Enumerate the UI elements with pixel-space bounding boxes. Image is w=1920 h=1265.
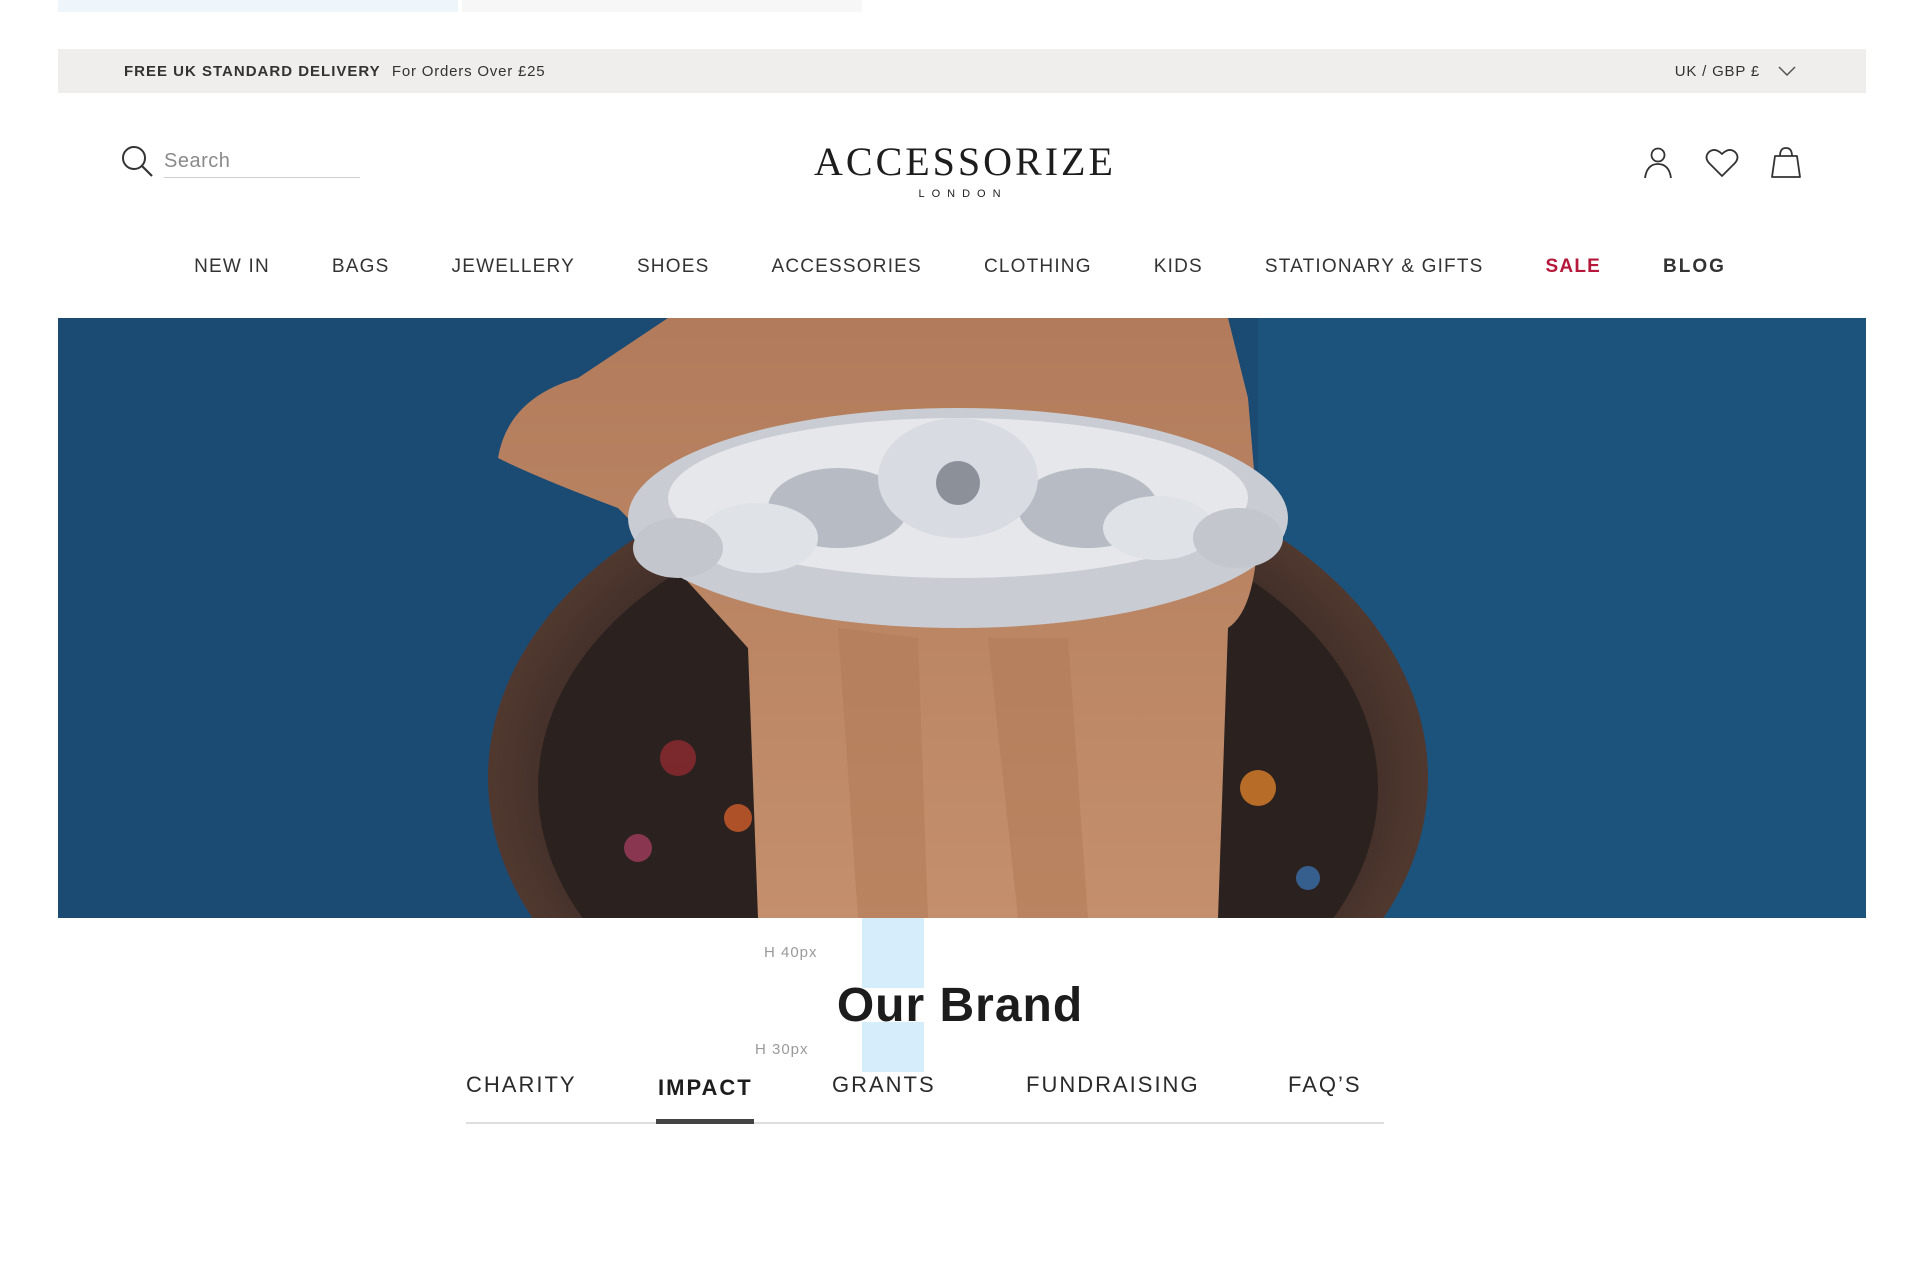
logo[interactable]: ACCESSORIZE LONDON	[814, 139, 1116, 201]
nav-item-clothing[interactable]: CLOTHING	[984, 256, 1092, 278]
chevron-down-icon	[1778, 66, 1796, 76]
promo-light: For Orders Over £25	[391, 62, 546, 80]
nav-item-shoes[interactable]: SHOES	[637, 256, 710, 278]
tab-active-indicator	[656, 1119, 754, 1124]
hero-illustration	[58, 318, 1866, 918]
promo-bold: FREE UK STANDARD DELIVERY	[124, 62, 381, 80]
logo-brand: ACCESSORIZE	[814, 139, 1116, 184]
search-input[interactable]	[164, 148, 360, 178]
brand-tabs: CHARITY IMPACT GRANTS FUNDRAISING FAQ’S	[466, 1072, 1384, 1124]
site-header: ACCESSORIZE LONDON	[58, 130, 1866, 230]
header-icons	[1640, 144, 1804, 180]
nav-item-stationary-gifts[interactable]: STATIONARY & GIFTS	[1265, 256, 1484, 278]
hero-image	[58, 318, 1866, 918]
search-icon[interactable]	[120, 144, 154, 178]
shopping-bag-icon[interactable]	[1768, 144, 1804, 180]
promo-text: FREE UK STANDARD DELIVERY For Orders Ove…	[124, 63, 545, 80]
guide-label-h40: H 40px	[764, 944, 818, 961]
nav-item-new-in[interactable]: NEW IN	[194, 256, 270, 278]
account-icon[interactable]	[1640, 144, 1676, 180]
main-nav: NEW IN BAGS JEWELLERY SHOES ACCESSORIES …	[0, 256, 1920, 278]
currency-label: UK / GBP £	[1674, 62, 1760, 80]
logo-sub: LONDON	[918, 188, 1008, 200]
nav-item-jewellery[interactable]: JEWELLERY	[452, 256, 575, 278]
search-box	[120, 144, 360, 178]
promo-bar: FREE UK STANDARD DELIVERY For Orders Ove…	[58, 49, 1866, 93]
tab-impact[interactable]: IMPACT	[658, 1075, 753, 1101]
tab-fundraising[interactable]: FUNDRAISING	[1026, 1072, 1200, 1098]
top-strip-right	[462, 0, 862, 12]
wishlist-heart-icon[interactable]	[1704, 144, 1740, 180]
tab-charity[interactable]: CHARITY	[466, 1072, 577, 1098]
tab-faqs[interactable]: FAQ’S	[1288, 1072, 1362, 1098]
nav-item-kids[interactable]: KIDS	[1154, 256, 1203, 278]
tab-grants[interactable]: GRANTS	[832, 1072, 936, 1098]
nav-item-blog[interactable]: BLOG	[1663, 256, 1726, 278]
nav-item-accessories[interactable]: ACCESSORIES	[771, 256, 921, 278]
page-title: Our Brand	[836, 979, 1084, 1032]
currency-selector[interactable]: UK / GBP £	[1675, 63, 1796, 80]
nav-item-bags[interactable]: BAGS	[332, 256, 390, 278]
top-strip-left	[58, 0, 458, 12]
guide-label-h30: H 30px	[755, 1041, 809, 1058]
nav-item-sale[interactable]: SALE	[1546, 256, 1601, 278]
